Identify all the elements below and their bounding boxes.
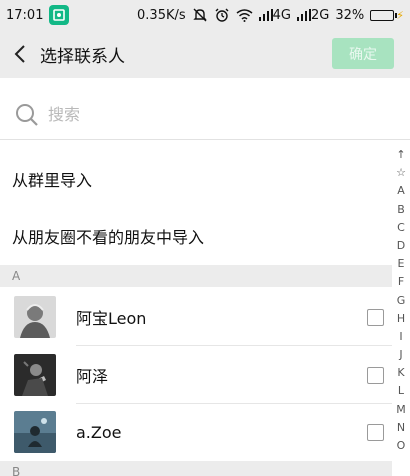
- search-icon: [16, 103, 38, 126]
- avatar: [14, 296, 56, 338]
- contact-checkbox[interactable]: [367, 423, 384, 441]
- signal-4g-label: 4G: [272, 7, 291, 23]
- index-letter[interactable]: H: [397, 310, 405, 328]
- index-letter[interactable]: A: [397, 182, 405, 200]
- index-letter[interactable]: J: [399, 346, 402, 364]
- contact-row[interactable]: 阿宝Leon: [0, 288, 392, 346]
- signal-bars-icon: [258, 9, 273, 21]
- import-from-moments-hidden[interactable]: 从朋友圈不看的朋友中导入: [0, 207, 392, 264]
- index-letter[interactable]: ↑: [396, 146, 405, 164]
- index-letter[interactable]: L: [398, 382, 404, 400]
- signal-bars-icon: [297, 9, 311, 21]
- index-letter[interactable]: G: [397, 292, 406, 310]
- status-time: 17:01: [6, 7, 44, 23]
- wifi-icon: [236, 8, 253, 22]
- contact-row[interactable]: 阿泽: [0, 346, 392, 404]
- import-from-group[interactable]: 从群里导入: [0, 150, 392, 207]
- index-letter[interactable]: D: [397, 237, 405, 255]
- mute-bell-icon: [192, 7, 208, 23]
- avatar: [14, 411, 56, 453]
- alarm-clock-icon: [214, 7, 230, 23]
- search-bar[interactable]: [0, 90, 410, 140]
- contact-row[interactable]: a.Zoe: [0, 403, 392, 461]
- index-letter[interactable]: M: [396, 401, 406, 419]
- battery-indicator: ⚡: [370, 9, 404, 22]
- signal-2g: 2G: [297, 8, 329, 23]
- index-letter[interactable]: O: [397, 437, 406, 455]
- battery-percent: 32%: [335, 7, 365, 23]
- signal-4g: 4G: [258, 7, 291, 23]
- status-bar: 17:01 0.35K/s 4G 2G 32% ⚡: [0, 0, 410, 30]
- signal-2g-label: 2G: [311, 7, 330, 23]
- section-header-b: B: [0, 461, 392, 476]
- index-letter[interactable]: ☆: [396, 164, 406, 182]
- battery-icon: [370, 9, 398, 21]
- index-letter[interactable]: F: [398, 273, 404, 291]
- chevron-left-icon: [14, 45, 25, 63]
- section-header-a: A: [0, 265, 392, 287]
- index-letter[interactable]: E: [398, 255, 405, 273]
- index-letter[interactable]: K: [397, 364, 404, 382]
- index-letter[interactable]: N: [397, 419, 405, 437]
- index-letter[interactable]: I: [399, 328, 402, 346]
- index-letter[interactable]: C: [397, 219, 405, 237]
- back-button[interactable]: [0, 30, 40, 78]
- page-title: 选择联系人: [40, 46, 125, 67]
- header-bar: 选择联系人 确定: [0, 30, 410, 78]
- scan-app-icon: [49, 5, 70, 25]
- contact-name: a.Zoe: [76, 422, 122, 442]
- contact-checkbox[interactable]: [367, 366, 384, 384]
- charging-bolt-icon: ⚡: [396, 8, 404, 22]
- avatar: [14, 354, 56, 396]
- index-letter[interactable]: B: [397, 201, 405, 219]
- contact-checkbox[interactable]: [367, 308, 384, 326]
- status-icons: 0.35K/s 4G 2G 32% ⚡: [137, 7, 404, 23]
- contact-name: 阿宝Leon: [76, 309, 147, 328]
- screen: 17:01 0.35K/s 4G 2G 32% ⚡ 选择联系人 确定 搜索 从群…: [0, 0, 410, 476]
- contact-name: 阿泽: [76, 367, 109, 386]
- confirm-button[interactable]: 确定: [332, 38, 394, 69]
- network-speed: 0.35K/s: [137, 7, 186, 23]
- search-input[interactable]: [48, 105, 348, 124]
- alphabet-index[interactable]: ↑ ☆ A B C D E F G H I J K L M N O: [392, 146, 410, 455]
